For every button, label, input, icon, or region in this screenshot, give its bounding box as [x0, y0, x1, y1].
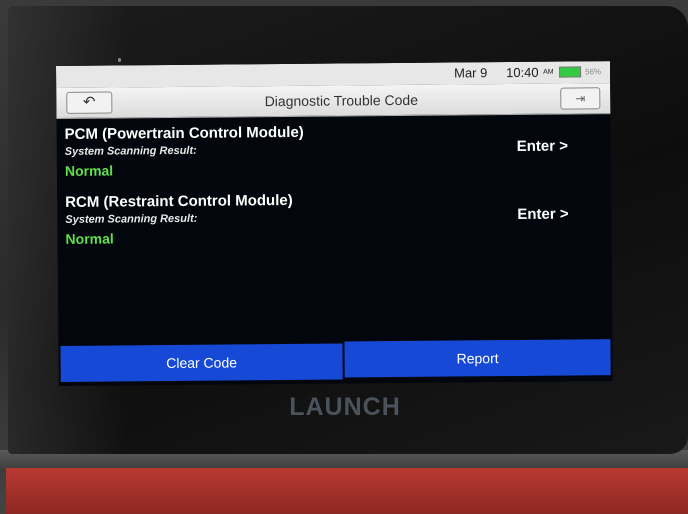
module-status: Normal: [64, 162, 114, 179]
report-button[interactable]: Report: [344, 339, 611, 378]
module-row-rcm: RCM (Restraint Control Module) System Sc…: [65, 189, 606, 254]
brand-logo: LAUNCH: [289, 393, 401, 421]
device-screen: Mar 9 10:40 AM 56% ↶ Diagnostic Trouble …: [56, 61, 613, 386]
module-scan-label: System Scanning Result:: [64, 144, 197, 158]
status-ampm: AM: [543, 68, 554, 76]
back-arrow-icon: ↶: [82, 93, 96, 111]
battery-percent: 56%: [585, 67, 602, 77]
status-date: Mar 9: [454, 65, 488, 81]
page-title: Diagnostic Trouble Code: [264, 91, 419, 110]
battery-icon: [559, 66, 582, 78]
module-scan-label: System Scanning Result:: [65, 212, 198, 226]
back-button[interactable]: ↶: [66, 91, 113, 114]
clear-code-button[interactable]: Clear Code: [60, 343, 343, 382]
camera-speck: [118, 58, 121, 62]
exit-icon: ⇥: [575, 91, 586, 106]
module-row-pcm: PCM (Powertrain Control Module) System S…: [65, 121, 606, 186]
red-protective-case: [6, 468, 688, 514]
module-status: Normal: [65, 230, 114, 247]
enter-button-rcm[interactable]: Enter >: [517, 206, 568, 223]
enter-button-pcm[interactable]: Enter >: [517, 138, 568, 155]
exit-button[interactable]: ⇥: [560, 87, 601, 110]
title-bar: ↶ Diagnostic Trouble Code ⇥: [56, 83, 611, 119]
status-time: 10:40: [506, 64, 539, 81]
module-name: RCM (Restraint Control Module): [65, 191, 293, 211]
action-bar: Clear Code Report: [58, 339, 612, 386]
module-name: PCM (Powertrain Control Module): [64, 123, 304, 143]
